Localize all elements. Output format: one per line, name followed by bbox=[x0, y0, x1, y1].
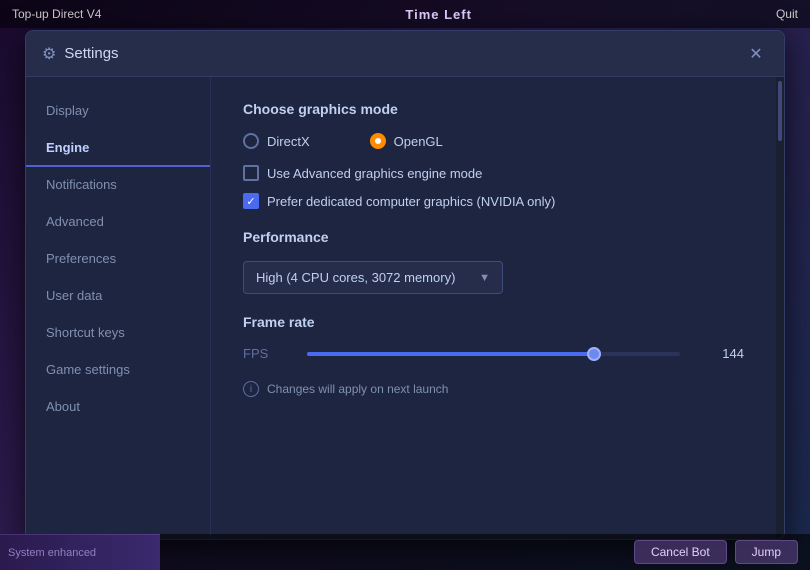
opengl-radio[interactable]: OpenGL bbox=[370, 133, 443, 149]
fps-slider-fill bbox=[307, 352, 594, 356]
performance-dropdown[interactable]: High (4 CPU cores, 3072 memory) ▼ bbox=[243, 261, 503, 294]
fps-slider-thumb[interactable] bbox=[587, 347, 601, 361]
modal-title: Settings bbox=[64, 45, 744, 62]
bottom-left-label: System enhanced bbox=[0, 534, 160, 570]
sidebar-item-notifications[interactable]: Notifications bbox=[26, 167, 210, 204]
modal-overlay: ⚙ Settings ✕ Display Engine Notification… bbox=[0, 0, 810, 570]
info-icon: i bbox=[243, 381, 259, 397]
cancel-bot-button[interactable]: Cancel Bot bbox=[634, 540, 727, 564]
sidebar-item-engine[interactable]: Engine bbox=[26, 130, 210, 167]
sidebar-item-shortcut-keys[interactable]: Shortcut keys bbox=[26, 315, 210, 352]
dropdown-arrow-icon: ▼ bbox=[479, 272, 490, 284]
fps-label: FPS bbox=[243, 346, 283, 361]
modal-body: Display Engine Notifications Advanced Pr… bbox=[26, 77, 784, 539]
fps-slider-track[interactable] bbox=[307, 352, 680, 356]
settings-sidebar: Display Engine Notifications Advanced Pr… bbox=[26, 77, 211, 539]
close-button[interactable]: ✕ bbox=[744, 42, 768, 66]
sidebar-item-about[interactable]: About bbox=[26, 389, 210, 426]
sidebar-item-game-settings[interactable]: Game settings bbox=[26, 352, 210, 389]
advanced-graphics-checkbox-row[interactable]: Use Advanced graphics engine mode bbox=[243, 165, 744, 181]
advanced-graphics-label: Use Advanced graphics engine mode bbox=[267, 166, 482, 181]
directx-radio-button[interactable] bbox=[243, 133, 259, 149]
sidebar-item-user-data[interactable]: User data bbox=[26, 278, 210, 315]
performance-title: Performance bbox=[243, 229, 744, 245]
graphics-mode-group: DirectX OpenGL bbox=[243, 133, 744, 149]
jump-button[interactable]: Jump bbox=[735, 540, 798, 564]
performance-dropdown-value: High (4 CPU cores, 3072 memory) bbox=[256, 270, 455, 285]
scrollbar-thumb[interactable] bbox=[778, 81, 782, 141]
sidebar-item-display[interactable]: Display bbox=[26, 93, 210, 130]
note-row: i Changes will apply on next launch bbox=[243, 381, 744, 397]
framerate-section: Frame rate FPS 144 bbox=[243, 314, 744, 361]
directx-label: DirectX bbox=[267, 134, 310, 149]
advanced-graphics-checkbox[interactable] bbox=[243, 165, 259, 181]
sidebar-item-advanced[interactable]: Advanced bbox=[26, 204, 210, 241]
settings-modal: ⚙ Settings ✕ Display Engine Notification… bbox=[25, 30, 785, 540]
dedicated-graphics-label: Prefer dedicated computer graphics (NVID… bbox=[267, 194, 555, 209]
bottom-bar: System enhanced Cancel Bot Jump bbox=[0, 534, 810, 570]
note-text: Changes will apply on next launch bbox=[267, 382, 448, 396]
performance-section: Performance High (4 CPU cores, 3072 memo… bbox=[243, 229, 744, 294]
opengl-radio-button[interactable] bbox=[370, 133, 386, 149]
sidebar-item-preferences[interactable]: Preferences bbox=[26, 241, 210, 278]
opengl-label: OpenGL bbox=[394, 134, 443, 149]
scrollbar[interactable] bbox=[776, 77, 784, 539]
framerate-title: Frame rate bbox=[243, 314, 744, 330]
fps-value: 144 bbox=[704, 346, 744, 361]
modal-header: ⚙ Settings ✕ bbox=[26, 31, 784, 77]
settings-gear-icon: ⚙ bbox=[42, 44, 56, 64]
graphics-section-title: Choose graphics mode bbox=[243, 101, 744, 117]
directx-radio[interactable]: DirectX bbox=[243, 133, 310, 149]
fps-row: FPS 144 bbox=[243, 346, 744, 361]
dedicated-graphics-checkbox-row[interactable]: ✓ Prefer dedicated computer graphics (NV… bbox=[243, 193, 744, 209]
main-content: Choose graphics mode DirectX OpenGL Use … bbox=[211, 77, 776, 539]
dedicated-graphics-checkbox[interactable]: ✓ bbox=[243, 193, 259, 209]
